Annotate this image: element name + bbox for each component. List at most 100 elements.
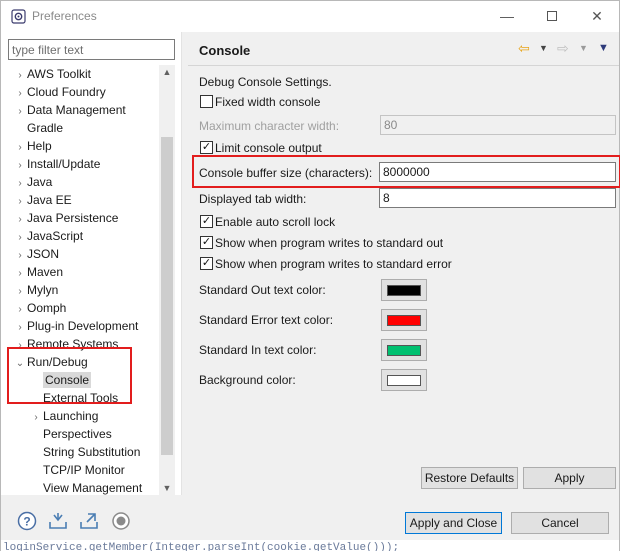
tree-item-java[interactable]: › Java xyxy=(13,173,52,191)
filter-input[interactable] xyxy=(8,39,175,60)
tree-item-json[interactable]: › JSON xyxy=(13,245,59,263)
tree-item-label: Mylyn xyxy=(27,283,59,297)
tree-item-maven[interactable]: › Maven xyxy=(13,263,63,281)
tree-item-perspectives[interactable]: Perspectives xyxy=(29,425,112,443)
tree-item-label: Java Persistence xyxy=(27,211,119,225)
apply-button[interactable]: Apply xyxy=(523,467,616,489)
fixed-width-label: Fixed width console xyxy=(215,95,321,109)
tree-item-javascript[interactable]: › JavaScript xyxy=(13,227,83,245)
tree-item-label: JSON xyxy=(27,247,60,261)
auto-scroll-label: Enable auto scroll lock xyxy=(215,215,336,229)
tab-width-field[interactable]: 8 xyxy=(379,188,616,208)
tree-item-console[interactable]: Console xyxy=(29,371,92,389)
buffer-size-label: Console buffer size (characters): xyxy=(199,166,373,180)
preference-page: Console ⇦ ▼ ⇨ ▼ ▼ Debug Console Settings… xyxy=(188,32,619,495)
view-menu-icon[interactable]: ▼ xyxy=(598,42,609,54)
tree-item-label: Java xyxy=(27,175,53,189)
tree-item-data-management[interactable]: › Data Management xyxy=(13,101,126,119)
buffer-size-field[interactable]: 8000000 xyxy=(379,162,616,182)
tree-item-label: Launching xyxy=(43,409,99,423)
help-icon[interactable]: ? xyxy=(17,511,37,531)
tree-item-label: Java EE xyxy=(27,193,72,207)
tree-item-launching[interactable]: › Launching xyxy=(29,407,98,425)
background-color-swatch xyxy=(387,375,421,386)
tree-item-label: String Substitution xyxy=(43,445,141,459)
record-icon[interactable] xyxy=(111,511,131,531)
background-editor-strip: loginService.getMember(Integer.parseInt(… xyxy=(1,540,619,551)
tree-item-java-ee[interactable]: › Java EE xyxy=(13,191,72,209)
back-arrow-icon[interactable]: ⇦ xyxy=(518,40,530,57)
page-header: Console ⇦ ▼ ⇨ ▼ ▼ xyxy=(188,32,619,66)
tree-item-cloud-foundry[interactable]: › Cloud Foundry xyxy=(13,83,105,101)
tree-item-external-tools[interactable]: External Tools xyxy=(29,389,118,407)
tree-item-run-debug[interactable]: ⌄ Run/Debug xyxy=(13,353,88,371)
tree-item-plug-in-development[interactable]: › Plug-in Development xyxy=(13,317,138,335)
tree-item-install-update[interactable]: › Install/Update xyxy=(13,155,100,173)
restore-defaults-button[interactable]: Restore Defaults xyxy=(421,467,518,489)
stdin-color-button[interactable] xyxy=(381,339,427,361)
stderr-color-button[interactable] xyxy=(381,309,427,331)
tree-item-label: JavaScript xyxy=(27,229,84,243)
preferences-gear-icon xyxy=(11,9,26,24)
tree-item-label: Run/Debug xyxy=(27,355,88,369)
forward-dropdown-icon[interactable]: ▼ xyxy=(579,43,588,53)
tree-item-aws-toolkit[interactable]: › AWS Toolkit xyxy=(13,65,91,83)
tree-item-view-management[interactable]: View Management xyxy=(29,479,142,495)
preference-tree-pane: ›AWS Toolkit›Cloud Foundry›Data Manageme… xyxy=(1,32,182,495)
background-color-button[interactable] xyxy=(381,369,427,391)
stdin-color-label: Standard In text color: xyxy=(199,343,317,357)
limit-output-checkbox[interactable]: ✓ xyxy=(200,141,213,154)
tree-item-help[interactable]: › Help xyxy=(13,137,52,155)
max-char-width-label: Maximum character width: xyxy=(199,119,340,133)
title-bar: Preferences — ✕ xyxy=(1,1,619,32)
tree-item-oomph[interactable]: › Oomph xyxy=(13,299,66,317)
settings-intro: Debug Console Settings. xyxy=(199,75,332,89)
tree-item-label: Plug-in Development xyxy=(27,319,139,333)
scroll-up-icon[interactable]: ▲ xyxy=(159,65,175,79)
scroll-down-icon[interactable]: ▼ xyxy=(159,481,175,495)
tree-item-tcp-ip-monitor[interactable]: TCP/IP Monitor xyxy=(29,461,125,479)
apply-and-close-button[interactable]: Apply and Close xyxy=(405,512,502,534)
stderr-color-label: Standard Error text color: xyxy=(199,313,334,327)
tree-item-gradle[interactable]: Gradle xyxy=(13,119,63,137)
cancel-button[interactable]: Cancel xyxy=(511,512,609,534)
show-err-checkbox[interactable]: ✓ xyxy=(200,257,213,270)
show-out-label: Show when program writes to standard out xyxy=(215,236,444,250)
tree-item-label: Gradle xyxy=(27,121,64,135)
dialog-footer: ? Apply and Close Cancel xyxy=(1,495,619,540)
forward-arrow-icon[interactable]: ⇨ xyxy=(557,40,569,57)
background-code-text: loginService.getMember(Integer.parseInt(… xyxy=(3,542,400,551)
import-icon[interactable] xyxy=(48,511,68,531)
window-title: Preferences xyxy=(32,9,97,23)
tree-item-label: Oomph xyxy=(27,301,67,315)
scroll-thumb[interactable] xyxy=(161,137,173,455)
page-title: Console xyxy=(199,43,251,58)
tree-item-label: TCP/IP Monitor xyxy=(43,463,125,477)
tree-item-remote-systems[interactable]: › Remote Systems xyxy=(13,335,118,353)
stdout-color-button[interactable] xyxy=(381,279,427,301)
chevron-down-icon[interactable]: ⌄ xyxy=(13,355,27,373)
tree-item-label: External Tools xyxy=(43,391,119,405)
tree-item-mylyn[interactable]: › Mylyn xyxy=(13,281,58,299)
export-icon[interactable] xyxy=(79,511,99,531)
max-char-width-field: 80 xyxy=(380,115,616,135)
tree-item-java-persistence[interactable]: › Java Persistence xyxy=(13,209,118,227)
stdout-color-label: Standard Out text color: xyxy=(199,283,326,297)
tree-item-label: Install/Update xyxy=(27,157,101,171)
maximize-button[interactable] xyxy=(540,5,564,27)
tab-width-label: Displayed tab width: xyxy=(199,192,307,206)
auto-scroll-checkbox[interactable]: ✓ xyxy=(200,215,213,228)
background-color-label: Background color: xyxy=(199,373,296,387)
tree-item-label: Data Management xyxy=(27,103,126,117)
tree-item-label: AWS Toolkit xyxy=(27,67,92,81)
close-button[interactable]: ✕ xyxy=(585,5,609,27)
back-dropdown-icon[interactable]: ▼ xyxy=(539,43,548,53)
show-out-checkbox[interactable]: ✓ xyxy=(200,236,213,249)
tree-scrollbar[interactable]: ▲ ▼ xyxy=(159,65,175,495)
tree-item-string-substitution[interactable]: String Substitution xyxy=(29,443,140,461)
fixed-width-checkbox[interactable] xyxy=(200,95,213,108)
minimize-button[interactable]: — xyxy=(495,5,519,27)
limit-output-label: Limit console output xyxy=(215,141,322,155)
tree-item-label: Help xyxy=(27,139,52,153)
tree-item-label: Maven xyxy=(27,265,64,279)
